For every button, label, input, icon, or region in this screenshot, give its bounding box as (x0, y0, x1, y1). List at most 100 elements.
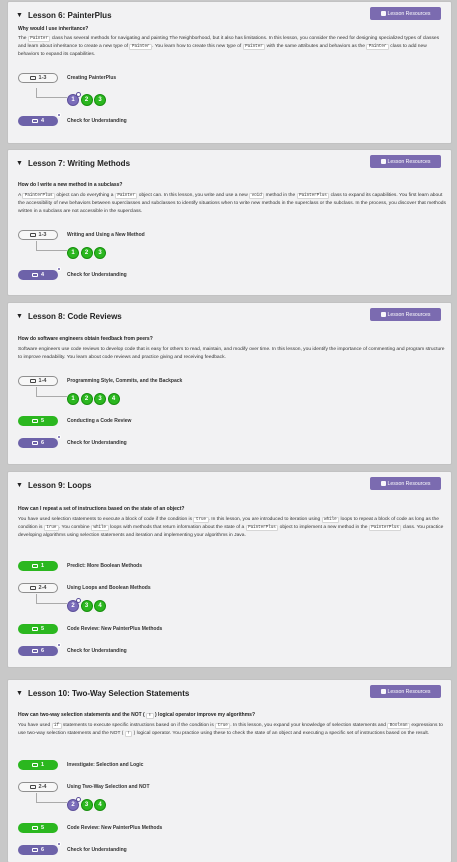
level-bubble[interactable]: 2 (80, 94, 93, 106)
level-bubble[interactable]: 1 (67, 92, 81, 106)
activity-title[interactable]: Check for Understanding (67, 440, 127, 446)
activity-title[interactable]: Using Loops and Boolean Methods (67, 585, 151, 591)
level-bubble[interactable]: 4 (94, 799, 106, 811)
activity-title[interactable]: Code Review: New PainterPlus Methods (67, 626, 162, 632)
lesson-resources-label: Lesson Resources (387, 10, 431, 17)
collapse-triangle-icon[interactable]: ▼ (16, 690, 23, 697)
level-bubble[interactable]: 3 (80, 600, 93, 612)
activity-number: 5 (40, 626, 45, 632)
code-snippet: Boolean (387, 723, 410, 729)
activity-pill[interactable]: 1 (18, 561, 58, 571)
level-bubble[interactable]: 2 (80, 393, 93, 405)
activity-title[interactable]: Check for Understanding (67, 847, 127, 853)
list-icon (31, 847, 38, 853)
activity-title[interactable]: Programming Style, Commits, and the Back… (67, 378, 182, 384)
lesson-header[interactable]: ▼ Lesson 9: Loops (16, 478, 92, 492)
code-snippet: while (321, 517, 340, 523)
activity-pill[interactable]: 6 (18, 842, 61, 855)
activity-pill[interactable]: 1-3 (18, 73, 58, 83)
code-snippet: Painter (366, 44, 389, 51)
tree-connector (36, 387, 67, 397)
list-icon (29, 784, 36, 790)
level-bubble[interactable]: 3 (94, 247, 106, 259)
activity-pill[interactable]: 1-4 (18, 376, 58, 386)
monitor-icon (29, 232, 36, 238)
level-bubble[interactable]: 1 (67, 247, 79, 259)
completed-icon (76, 92, 81, 97)
code-snippet: PainterPlus (296, 193, 330, 199)
activity-title[interactable]: Conducting a Code Review (67, 418, 131, 424)
level-bubble[interactable]: 2 (80, 247, 93, 259)
lesson-header[interactable]: ▼ Lesson 10: Two-Way Selection Statements (16, 686, 189, 700)
activity-title[interactable]: Creating PainterPlus (67, 75, 116, 81)
collapse-triangle-icon[interactable]: ▼ (16, 12, 23, 19)
level-number: 2 (71, 802, 75, 808)
activity-pill[interactable]: 5 (18, 416, 58, 426)
lesson-card: ▼ Lesson 6: PainterPlus Lesson Resources Wh… (7, 1, 452, 144)
activity-title[interactable]: Check for Understanding (67, 272, 127, 278)
activity-title[interactable]: Check for Understanding (67, 648, 127, 654)
level-bubble[interactable]: 2 (67, 598, 81, 612)
lesson-title: Lesson 10: Two-Way Selection Statements (27, 688, 190, 698)
collapse-triangle-icon[interactable]: ▼ (16, 313, 23, 320)
activity-pill[interactable]: 6 (18, 435, 61, 448)
level-number: 2 (84, 250, 89, 256)
level-number: 3 (98, 97, 102, 103)
lesson-resources-button[interactable]: Lesson Resources (370, 477, 441, 490)
level-bubble[interactable]: 1 (67, 393, 79, 405)
level-bubble[interactable]: 4 (107, 393, 120, 405)
level-number: 4 (98, 802, 102, 808)
level-bubbles: 1 2 3 (67, 92, 106, 106)
list-icon (31, 118, 38, 124)
lesson-header[interactable]: ▼ Lesson 8: Code Reviews (16, 309, 122, 323)
activity-pill[interactable]: 1-3 (18, 230, 58, 240)
lesson-question: How can two-way selection statements and… (18, 712, 256, 719)
lesson-title: Lesson 8: Code Reviews (27, 311, 122, 321)
activity-title[interactable]: Check for Understanding (67, 118, 127, 124)
resources-icon (380, 689, 386, 694)
level-bubble[interactable]: 4 (94, 600, 106, 612)
activity-pill[interactable]: 2-4 (18, 583, 58, 593)
lesson-description: You have used if statements to execute s… (18, 723, 443, 738)
activity-pill[interactable]: 5 (18, 823, 58, 833)
activity-pill[interactable]: 6 (18, 643, 61, 656)
activity-title[interactable]: Investigate: Selection and Logic (67, 762, 143, 768)
code-snippet: true (193, 517, 209, 523)
activity-pill[interactable]: 2-4 (18, 782, 58, 792)
lesson-header[interactable]: ▼ Lesson 6: PainterPlus (16, 8, 112, 22)
code-snippet: Painter (114, 193, 138, 199)
lesson-resources-button[interactable]: Lesson Resources (370, 155, 441, 168)
tree-connector (36, 793, 67, 803)
level-number: 2 (84, 97, 89, 103)
lesson-resources-button[interactable]: Lesson Resources (370, 308, 441, 321)
list-icon (31, 648, 38, 654)
lesson-card: ▼ Lesson 10: Two-Way Selection Statements… (7, 679, 452, 862)
lesson-resources-button[interactable]: Lesson Resources (370, 7, 441, 20)
level-bubble[interactable]: 3 (94, 393, 106, 405)
level-bubble[interactable]: 3 (94, 94, 106, 106)
code-snippet: true (215, 723, 231, 729)
completed-icon (57, 643, 61, 647)
activity-title[interactable]: Code Review: New PainterPlus Methods (67, 825, 162, 831)
level-bubble[interactable]: 2 (67, 797, 81, 811)
lesson-resources-button[interactable]: Lesson Resources (370, 685, 441, 698)
level-number: 3 (98, 250, 102, 256)
level-number: 2 (84, 396, 89, 402)
activity-pill[interactable]: 5 (18, 624, 58, 634)
activity-title[interactable]: Using Two-Way Selection and NOT (67, 784, 150, 790)
lesson-question: How do I write a new method in a subclas… (18, 182, 123, 188)
activity-pill[interactable]: 1 (18, 760, 58, 770)
collapse-triangle-icon[interactable]: ▼ (16, 160, 23, 167)
lesson-header[interactable]: ▼ Lesson 7: Writing Methods (16, 156, 130, 170)
monitor-icon (31, 825, 38, 831)
collapse-triangle-icon[interactable]: ▼ (16, 482, 23, 489)
activity-pill[interactable]: 4 (18, 113, 61, 126)
tree-connector (36, 241, 67, 251)
lesson-title: Lesson 6: PainterPlus (27, 10, 112, 20)
lesson-card: ▼ Lesson 8: Code Reviews Lesson Resources H… (7, 302, 452, 465)
level-bubble[interactable]: 3 (80, 799, 93, 811)
activity-title[interactable]: Predict: More Boolean Methods (67, 563, 142, 569)
activity-pill[interactable]: 4 (18, 267, 61, 280)
activity-title[interactable]: Writing and Using a New Method (67, 232, 145, 238)
activity-number: 1-4 (38, 378, 47, 384)
